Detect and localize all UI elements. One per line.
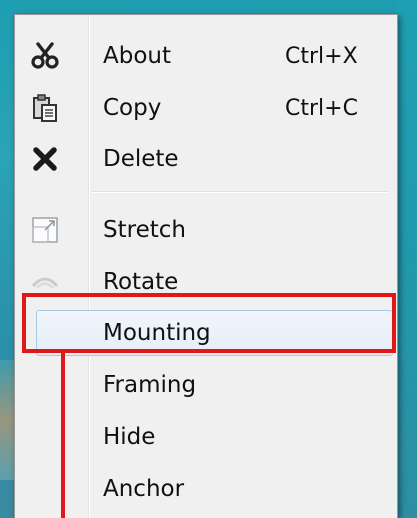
paste-icon bbox=[25, 90, 65, 126]
menu-item-label: About bbox=[103, 43, 172, 69]
menu-item-about[interactable]: About Ctrl+X bbox=[17, 33, 397, 79]
menu-item-label: Mounting bbox=[103, 320, 211, 346]
menu-item-shortcut: Ctrl+C bbox=[285, 95, 358, 121]
menu-item-label: Hide bbox=[103, 424, 156, 450]
menu-item-label: Rotate bbox=[103, 269, 179, 295]
context-menu: About Ctrl+X Copy Ctrl+C Delete Stretch … bbox=[14, 14, 398, 518]
menu-item-rotate[interactable]: Rotate bbox=[17, 259, 397, 305]
menu-item-label: Delete bbox=[103, 146, 179, 172]
desktop-wallpaper-accent bbox=[0, 360, 14, 480]
menu-item-anchor[interactable]: Anchor bbox=[17, 466, 397, 512]
menu-item-label: Anchor bbox=[103, 476, 185, 502]
menu-item-stretch[interactable]: Stretch bbox=[17, 207, 397, 253]
menu-item-delete[interactable]: Delete bbox=[17, 136, 397, 182]
menu-separator bbox=[91, 191, 389, 193]
menu-item-label: Stretch bbox=[103, 217, 186, 243]
scissors-icon bbox=[25, 38, 65, 74]
menu-item-mounting[interactable]: Mounting bbox=[36, 310, 393, 356]
desktop-background bbox=[398, 0, 417, 518]
rotate-icon bbox=[25, 264, 65, 300]
menu-item-framing[interactable]: Framing bbox=[17, 362, 397, 408]
stretch-icon bbox=[25, 212, 65, 248]
menu-item-shortcut: Ctrl+X bbox=[285, 43, 358, 69]
delete-x-icon bbox=[25, 141, 65, 177]
menu-item-label: Copy bbox=[103, 95, 162, 121]
menu-item-label: Framing bbox=[103, 372, 197, 398]
menu-item-copy[interactable]: Copy Ctrl+C bbox=[17, 85, 397, 131]
menu-item-hide[interactable]: Hide bbox=[17, 414, 397, 460]
